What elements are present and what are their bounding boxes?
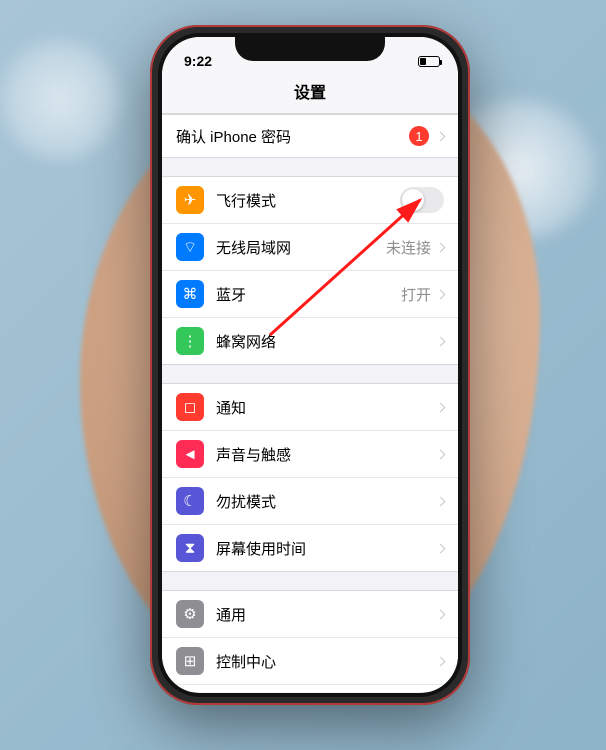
chevron-right-icon (436, 496, 446, 506)
settings-group: ⚙通用⊞控制中心A显示与亮度⊙辅助功能❀墙纸◉Siri 与搜索☺面容 ID 与密… (162, 590, 458, 692)
device-screen: 9:22 设置 确认 iPhone 密码1 ✈ 飞行模式 ⌔ 无线局域网未连接 ⌘ 蓝牙打开… (162, 37, 458, 693)
row-label: 声音与触感 (216, 444, 437, 465)
row-label: 屏幕使用时间 (216, 538, 437, 559)
row-label: 通知 (216, 397, 437, 418)
device-notch (235, 33, 385, 61)
row-label: 控制中心 (216, 651, 437, 672)
chevron-right-icon (436, 336, 446, 346)
chevron-right-icon (436, 656, 446, 666)
screentime-icon: ⧗ (176, 534, 204, 562)
settings-row-notifications[interactable]: ◻ 通知 (162, 384, 458, 431)
status-time: 9:22 (184, 53, 212, 69)
row-value: 未连接 (386, 237, 431, 258)
sounds-icon: ◄ (176, 440, 204, 468)
settings-row-control[interactable]: ⊞ 控制中心 (162, 638, 458, 685)
settings-row-wifi[interactable]: ⌔ 无线局域网未连接 (162, 224, 458, 271)
notification-badge: 1 (409, 126, 429, 146)
airplane-icon: ✈ (176, 186, 204, 214)
row-label: 确认 iPhone 密码 (176, 126, 409, 147)
row-value: 打开 (401, 284, 431, 305)
bluetooth-icon: ⌘ (176, 280, 204, 308)
row-label: 飞行模式 (216, 190, 400, 211)
settings-row-general[interactable]: ⚙ 通用 (162, 591, 458, 638)
chevron-right-icon (436, 242, 446, 252)
chevron-right-icon (436, 449, 446, 459)
control-center-icon: ⊞ (176, 647, 204, 675)
chevron-right-icon (436, 402, 446, 412)
settings-row-display[interactable]: A显示与亮度 (162, 685, 458, 692)
notifications-icon: ◻ (176, 393, 204, 421)
settings-list[interactable]: 确认 iPhone 密码1 ✈ 飞行模式 ⌔ 无线局域网未连接 ⌘ 蓝牙打开 ⋮ 蜂窝网络 ◻ 通知… (162, 114, 458, 692)
chevron-right-icon (436, 131, 446, 141)
row-label: 蜂窝网络 (216, 331, 437, 352)
chevron-right-icon (436, 609, 446, 619)
row-label: 蓝牙 (216, 284, 401, 305)
page-title: 设置 (162, 75, 458, 114)
settings-group: 确认 iPhone 密码1 (162, 114, 458, 158)
wifi-icon: ⌔ (176, 233, 204, 261)
row-label: 无线局域网 (216, 237, 386, 258)
background-blur (0, 40, 120, 160)
row-label: 通用 (216, 604, 437, 625)
settings-row-sounds[interactable]: ◄ 声音与触感 (162, 431, 458, 478)
cellular-icon: ⋮ (176, 327, 204, 355)
settings-row-dnd[interactable]: ☾ 勿扰模式 (162, 478, 458, 525)
battery-icon (418, 56, 440, 67)
row-label: 勿扰模式 (216, 491, 437, 512)
chevron-right-icon (436, 289, 446, 299)
chevron-right-icon (436, 543, 446, 553)
settings-group: ◻ 通知 ◄ 声音与触感 ☾ 勿扰模式 ⧗ 屏幕使用时间 (162, 383, 458, 572)
settings-row-cellular[interactable]: ⋮ 蜂窝网络 (162, 318, 458, 364)
settings-group: ✈ 飞行模式 ⌔ 无线局域网未连接 ⌘ 蓝牙打开 ⋮ 蜂窝网络 (162, 176, 458, 365)
settings-row-bluetooth[interactable]: ⌘ 蓝牙打开 (162, 271, 458, 318)
airplane-switch[interactable] (400, 187, 444, 213)
iphone-device-frame: 9:22 设置 确认 iPhone 密码1 ✈ 飞行模式 ⌔ 无线局域网未连接 ⌘ 蓝牙打开… (150, 25, 470, 705)
dnd-icon: ☾ (176, 487, 204, 515)
settings-row-confirm[interactable]: 确认 iPhone 密码1 (162, 115, 458, 157)
settings-row-screentime[interactable]: ⧗ 屏幕使用时间 (162, 525, 458, 571)
settings-row-airplane[interactable]: ✈ 飞行模式 (162, 177, 458, 224)
general-icon: ⚙ (176, 600, 204, 628)
